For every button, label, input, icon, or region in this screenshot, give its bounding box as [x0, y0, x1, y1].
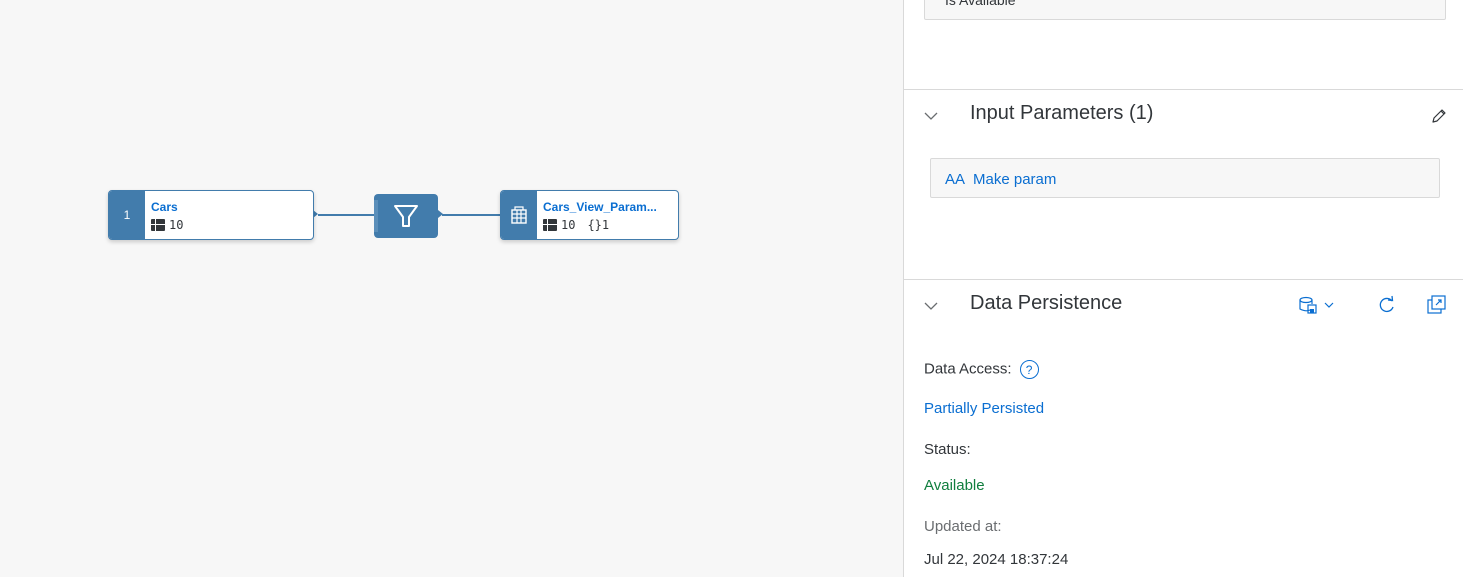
chevron-down-icon[interactable]	[924, 109, 938, 123]
previous-field-box[interactable]: Is Available	[924, 0, 1446, 20]
node-index: 1	[109, 191, 145, 239]
updated-at-value: Jul 22, 2024 18:37:24	[924, 551, 1069, 568]
filter-icon	[374, 200, 418, 232]
database-save-icon	[1299, 296, 1334, 314]
help-icon[interactable]: ?	[1019, 360, 1039, 379]
node-strip	[501, 191, 537, 239]
input-parameter-item[interactable]: AA Make param	[930, 158, 1440, 198]
section-header-input-parameters: Input Parameters (1)	[904, 90, 1463, 140]
string-type-icon: AA	[945, 171, 966, 188]
data-access-label: Data Access:?	[924, 360, 1039, 379]
edge-filter-view	[442, 214, 502, 216]
previous-field-label: Is Available	[945, 0, 1016, 8]
section-title: Input Parameters (1)	[970, 102, 1154, 124]
table-icon	[151, 219, 165, 231]
node-filter[interactable]	[374, 194, 438, 238]
graph-canvas[interactable]: 1 Cars 10 Cars_View_Param... 10 {}1	[0, 0, 903, 577]
open-external-icon	[1427, 295, 1446, 314]
node-meta: 10	[151, 218, 183, 232]
table-icon	[543, 219, 557, 231]
column-count: 10	[561, 218, 576, 232]
section-title: Data Persistence	[970, 292, 1123, 314]
view-grid-icon	[511, 206, 527, 224]
persistence-menu-button[interactable]	[1297, 292, 1343, 318]
status-value: Available	[924, 477, 985, 494]
edit-button[interactable]	[1426, 103, 1452, 129]
column-count: 10	[169, 218, 184, 232]
data-access-text: Data Access:	[924, 360, 1012, 378]
open-in-new-button[interactable]	[1423, 292, 1449, 318]
section-header-data-persistence: Data Persistence	[904, 280, 1463, 330]
node-meta: 10 {}1	[543, 218, 609, 232]
node-title: Cars_View_Param...	[543, 200, 657, 214]
status-label: Status:	[924, 441, 971, 458]
node-title: Cars	[151, 200, 178, 214]
parameter-label: Make param	[973, 171, 1057, 188]
edge-cars-filter	[318, 214, 374, 216]
refresh-icon	[1379, 295, 1394, 313]
chevron-down-icon[interactable]	[924, 299, 938, 313]
parameter-count: {}1	[587, 218, 610, 232]
node-view[interactable]: Cars_View_Param... 10 {}1	[500, 190, 679, 240]
properties-panel[interactable]: Is Available Input Parameters (1) AA Mak…	[903, 0, 1463, 577]
node-cars[interactable]: 1 Cars 10	[108, 190, 314, 240]
pencil-icon	[1432, 109, 1446, 123]
output-port[interactable]	[438, 210, 443, 218]
data-access-value-link[interactable]: Partially Persisted	[924, 400, 1044, 417]
refresh-button[interactable]	[1374, 292, 1400, 318]
updated-at-label: Updated at:	[924, 518, 1002, 535]
